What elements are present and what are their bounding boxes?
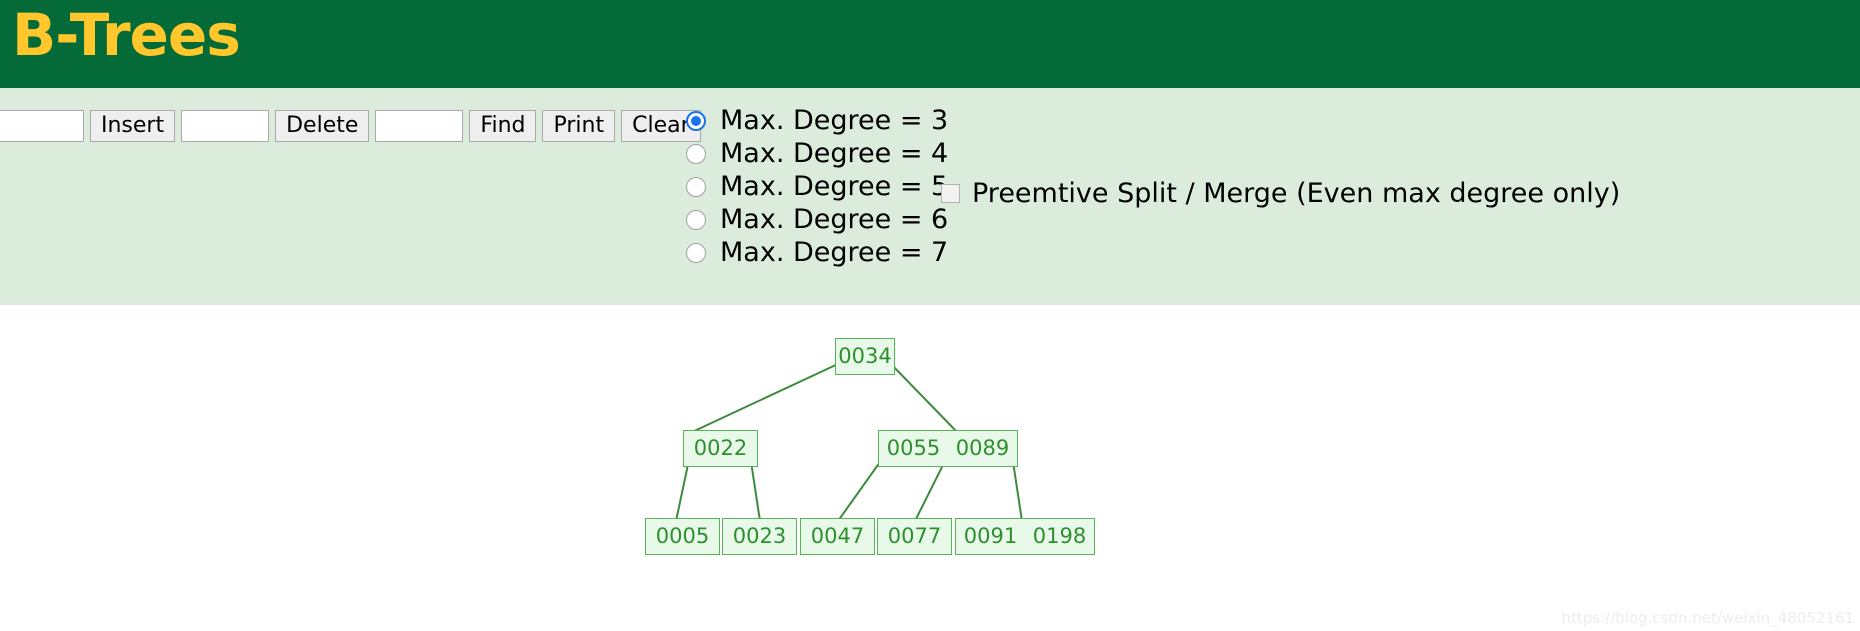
tree-node-leaf-0077: 0077 — [877, 518, 952, 555]
tree-node-leaf-0047: 0047 — [800, 518, 875, 555]
btree-canvas: 0034 0022 0055 0089 0005 0023 0047 0077 0091 0198 — [0, 305, 1860, 631]
toolbar: Insert Delete Find Print Clear — [0, 108, 701, 144]
preemptive-checkbox[interactable] — [941, 184, 960, 203]
max-degree-option-5[interactable]: Max. Degree = 5 — [686, 170, 948, 203]
find-button[interactable]: Find — [469, 110, 537, 142]
max-degree-radio-group: Max. Degree = 3 Max. Degree = 4 Max. Degre… — [686, 104, 948, 269]
max-degree-label-3: Max. Degree = 3 — [720, 105, 949, 136]
control-panel: Insert Delete Find Print Clear Max. Degr… — [0, 88, 1860, 305]
tree-node-leaf-0091-0198: 0091 0198 — [955, 518, 1095, 555]
tree-node-key: 0023 — [732, 524, 787, 548]
max-degree-option-6[interactable]: Max. Degree = 6 — [686, 203, 948, 236]
max-degree-option-7[interactable]: Max. Degree = 7 — [686, 236, 948, 269]
tree-node-key: 0022 — [693, 436, 748, 460]
tree-node-key: 0198 — [1032, 524, 1087, 548]
page-header: B-Trees — [0, 0, 1860, 88]
max-degree-label-6: Max. Degree = 6 — [720, 204, 949, 235]
radio-7[interactable] — [686, 242, 706, 263]
delete-button[interactable]: Delete — [275, 110, 370, 142]
max-degree-label-4: Max. Degree = 4 — [720, 138, 949, 169]
max-degree-label-7: Max. Degree = 7 — [720, 237, 949, 268]
print-button[interactable]: Print — [542, 110, 616, 142]
preemptive-split-merge-option[interactable]: Preemtive Split / Merge (Even max degree… — [941, 180, 1620, 207]
find-input[interactable] — [375, 110, 464, 142]
tree-edge — [689, 362, 841, 434]
tree-node-key: 0091 — [963, 524, 1018, 548]
tree-node-key: 0034 — [838, 344, 892, 368]
tree-node-key: 0077 — [887, 524, 942, 548]
radio-3-selected[interactable] — [686, 110, 706, 131]
tree-node-root: 0034 — [835, 338, 895, 375]
tree-node-leaf-0005: 0005 — [645, 518, 720, 555]
radio-4[interactable] — [686, 143, 706, 164]
tree-node-key: 0047 — [810, 524, 865, 548]
tree-node-key: 0055 — [886, 436, 941, 460]
max-degree-label-5: Max. Degree = 5 — [720, 171, 949, 202]
tree-node-n-0022: 0022 — [683, 430, 758, 467]
tree-node-n-0055-0089: 0055 0089 — [878, 430, 1018, 467]
tree-node-key: 0089 — [955, 436, 1010, 460]
preemptive-label: Preemtive Split / Merge (Even max degree… — [972, 178, 1621, 209]
btree-edges — [675, 362, 1023, 522]
watermark: https://blog.csdn.net/weixin_48052161 — [1561, 609, 1854, 627]
delete-input[interactable] — [181, 110, 270, 142]
tree-node-leaf-0023: 0023 — [722, 518, 797, 555]
tree-node-key: 0005 — [655, 524, 710, 548]
page-title: B-Trees — [12, 1, 241, 69]
insert-button[interactable]: Insert — [90, 110, 176, 142]
max-degree-option-4[interactable]: Max. Degree = 4 — [686, 137, 948, 170]
radio-6[interactable] — [686, 209, 706, 230]
insert-input[interactable] — [0, 110, 84, 142]
tree-edge — [889, 362, 959, 434]
max-degree-option-3[interactable]: Max. Degree = 3 — [686, 104, 948, 137]
radio-5[interactable] — [686, 176, 706, 197]
